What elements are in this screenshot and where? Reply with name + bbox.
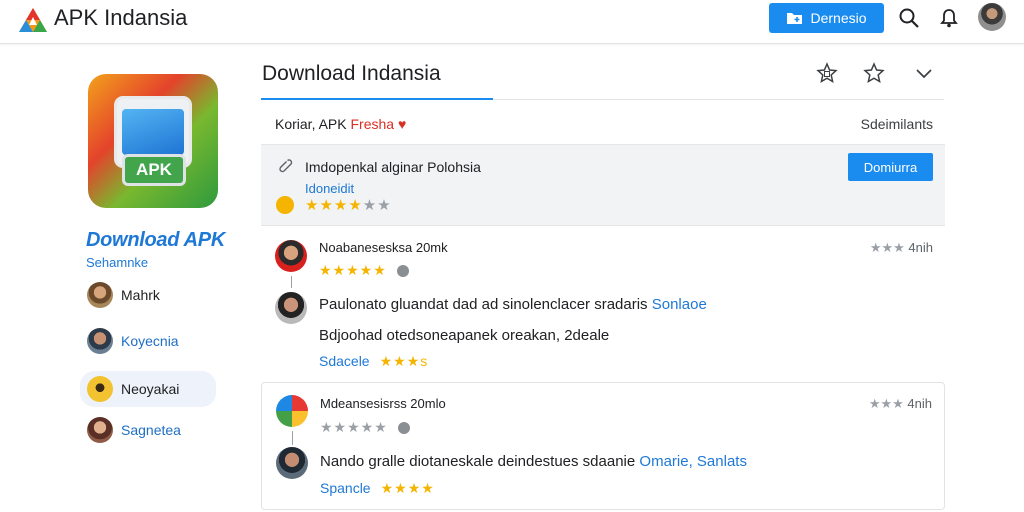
review-time: ★★★ 4nih [870,240,933,256]
review-rating: ★★★★★ [320,419,388,436]
avatar[interactable] [275,240,307,272]
sidebar-user-koyecnia[interactable]: Koyecnia [80,323,216,359]
avatar [87,282,113,308]
thread-line [292,431,293,445]
filter-label[interactable]: Koriar, APK Fresha ♥ [275,116,406,132]
download-button[interactable]: Domiurra [848,153,933,181]
review-text-second: Bdjoohad otedsoneapanek oreakan, 2deale [319,327,610,344]
featured-rating: ★★★★★★ [305,196,392,214]
emoji-icon [276,196,294,214]
review-text-main: Nando gralle diotaneskale deindestues sd… [320,453,636,470]
rating-empty: ★★★★★ [320,419,388,435]
user-name: Mahrk [121,287,160,303]
reply-link[interactable]: Spancle [320,480,371,496]
review-time: ★★★ 4nih [869,396,932,412]
time-stars: ★★★ [869,240,905,255]
avatar[interactable] [978,3,1006,31]
chevron-down-icon[interactable] [913,62,935,84]
sidebar-user-mahrk[interactable]: Mahrk [80,277,216,313]
heart-icon: ♥ [397,116,407,132]
review-footer: Sdacele ★★★s [319,353,428,370]
sidebar-user-sagnetea[interactable]: Sagnetea [80,412,216,448]
globe-icon [397,265,409,277]
reviewer-name[interactable]: Mdeansesisrss 20mlo [320,396,446,411]
time-text: 4nih [908,240,933,255]
rating-empty: ★★ [362,197,392,214]
review-text: Nando gralle diotaneskale deindestues sd… [320,453,747,470]
apk-logo-icon[interactable] [18,6,48,34]
review-footer: Spancle ★★★★ [320,480,435,497]
filter-right-label[interactable]: Sdeimilants [861,116,933,132]
sidebar-user-neoyakai[interactable]: Neoyakai [80,371,216,407]
rating-filled: ★★★★★ [319,262,387,278]
review-rating: ★★★★★ [319,262,387,279]
globe-icon [398,422,410,434]
rating-filled: ★★★★ [305,197,363,214]
app-subtitle[interactable]: Sehamnke [86,255,148,270]
footer-stars: ★★★s [379,353,429,369]
reviewer-name[interactable]: Noabanesesksa 20mk [319,240,448,255]
star-icon[interactable] [863,62,885,84]
avatar [87,417,113,443]
avatar[interactable] [276,447,308,479]
phone-screen [122,109,184,155]
filter-label-text: Koriar, APK [275,116,347,132]
featured-item[interactable]: Imdopenkal alginar Polohsia Idoneidit ★★… [261,144,945,226]
top-bar: APK Indansia Dernesio [0,0,1024,44]
app-icon: APK [88,74,218,208]
page-title: Download Indansia [262,62,441,85]
featured-title: Imdopenkal alginar Polohsia [305,159,481,175]
footer-stars: ★★★★ [380,480,435,496]
avatar [87,328,113,354]
featured-subtitle[interactable]: Idoneidit [305,181,354,196]
review-card: Mdeansesisrss 20mlo ★★★ 4nih ★★★★★ Nando… [261,382,945,510]
apk-badge: APK [122,154,186,186]
bell-icon[interactable] [937,6,961,30]
thread-line [291,276,292,288]
star-outline-icon[interactable] [816,62,838,84]
avatar[interactable] [275,292,307,324]
review-card: Noabanesesksa 20mk ★★★ 4nih ★★★★★ Paulon… [261,226,945,382]
time-text: 4nih [907,396,932,411]
review-text: Paulonato gluandat dad ad sinolenclacer … [319,296,707,313]
user-name: Sagnetea [121,422,181,438]
filter-label-accent: Fresha [350,116,395,132]
link-icon [279,159,293,173]
user-name: Koyecnia [121,333,179,349]
demo-button[interactable]: Dernesio [769,3,884,33]
avatar [87,376,113,402]
search-icon[interactable] [897,6,921,30]
user-name: Neoyakai [121,381,180,397]
review-text-link[interactable]: Sonlaoe [652,296,707,313]
filter-row: Koriar, APK Fresha ♥ Sdeimilants [261,100,945,144]
app-title[interactable]: Download APK [86,229,225,252]
demo-button-label: Dernesio [810,10,867,26]
time-stars: ★★★ [868,396,904,411]
review-text-link[interactable]: Omarie, Sanlats [639,453,747,470]
reply-link[interactable]: Sdacele [319,353,370,369]
brand-title[interactable]: APK Indansia [54,6,187,30]
folder-plus-icon [787,13,803,24]
review-text-main: Paulonato gluandat dad ad sinolenclacer … [319,296,648,313]
avatar[interactable] [276,395,308,427]
